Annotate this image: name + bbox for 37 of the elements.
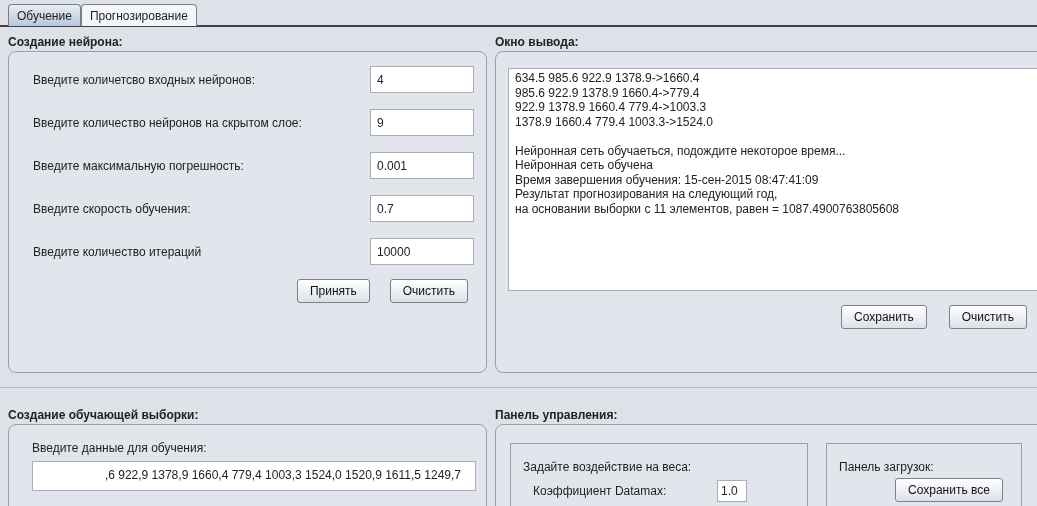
output-line: Нейронная сеть обучаеться, подождите некоторое время... [515, 143, 847, 158]
panel-title: Окно вывода: [495, 34, 580, 49]
group-title: Панель загрузок: [839, 459, 935, 476]
field-label: Введите количетсво входных нейронов: [33, 71, 255, 89]
field-label: Введите количество нейронов на скрытом слое: [33, 114, 302, 132]
panel-title: Панель управления: [495, 407, 619, 422]
panel-title: Создание обучающей выборки: [8, 407, 200, 422]
tab[interactable]: Обучение [8, 4, 81, 26]
tab[interactable]: Прогнозирование [80, 4, 197, 26]
field-label: Введите максимальную погрешность: [33, 157, 244, 175]
input-field[interactable]: ,6 922,9 1378,9 1660,4 779,4 1003,3 1524,0 1520,9 1611,5 1249,7 [32, 461, 476, 491]
output-line: 985.6 922.9 1378.9 1660.4->779.4 [515, 85, 701, 100]
field-label: Введите скорость обучения: [33, 200, 191, 218]
input-field[interactable]: 10000 [370, 238, 474, 265]
field-label: Введите количество итераций [33, 243, 202, 261]
output-area[interactable] [508, 68, 1037, 291]
button[interactable]: Очистить [389, 279, 468, 303]
output-line: Нейронная сеть обучена [515, 158, 655, 173]
output-line: Результат прогнозирования на следующий год, [515, 187, 779, 202]
input-field[interactable]: 9 [370, 109, 474, 136]
button[interactable]: Сохранить все [895, 478, 1003, 502]
input-field[interactable]: 0.001 [370, 152, 474, 179]
input-field[interactable]: 0.7 [370, 195, 474, 222]
field-label: Коэффициент Datamax: [533, 483, 668, 500]
input-field[interactable]: 4 [370, 66, 474, 93]
button[interactable]: Принять [296, 279, 370, 303]
output-line: 922.9 1378.9 1660.4 779.4->1003.3 [515, 100, 708, 115]
button[interactable]: Сохранить [841, 305, 927, 329]
group-title: Задайте воздействие на веса: [523, 459, 693, 476]
field-label: Введите данные для обучения: [32, 440, 208, 457]
panel-title: Создание нейрона: [8, 34, 124, 49]
output-line: Время завершения обучения: 15-сен-2015 08:47:41:09 [515, 172, 820, 187]
output-line: 1378.9 1660.4 779.4 1003.3->1524.0 [515, 114, 714, 129]
button[interactable]: Очистить [948, 305, 1027, 329]
output-line: на основании выборки с 11 элементов, равен = 1087.4900763805608 [515, 201, 901, 216]
input-field[interactable]: 1.0 [717, 480, 747, 502]
output-line: 634.5 985.6 922.9 1378.9->1660.4 [515, 71, 701, 86]
